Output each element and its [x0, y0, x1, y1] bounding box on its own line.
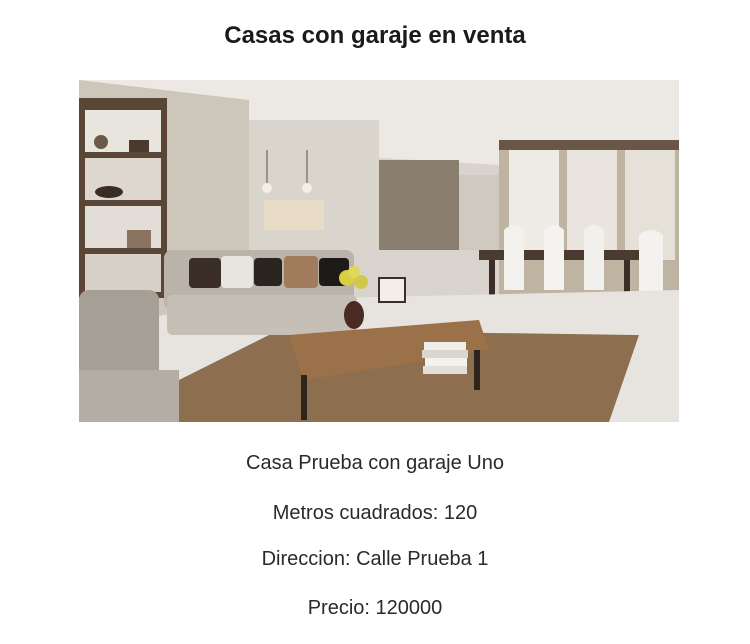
listing-name: Casa Prueba con garaje Uno	[246, 452, 504, 474]
listing-price: Precio: 120000	[307, 597, 443, 619]
listing-photo[interactable]	[79, 80, 679, 422]
page-title: Casas con garaje en venta	[224, 22, 526, 49]
living-room-photo	[79, 80, 679, 422]
listing-address: Direccion: Calle Prueba 1	[261, 548, 489, 570]
listing-area: Metros cuadrados: 120	[272, 502, 478, 524]
